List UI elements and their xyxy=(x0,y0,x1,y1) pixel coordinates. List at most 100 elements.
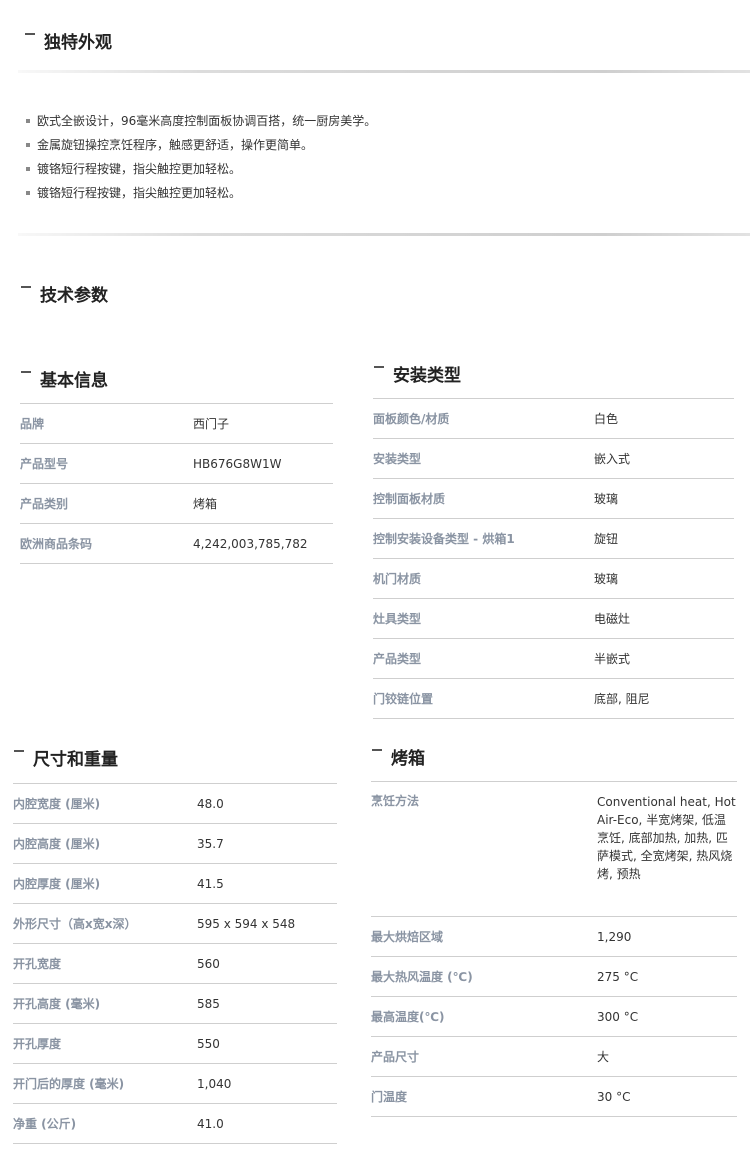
table-row: 机门材质 玻璃 xyxy=(373,558,734,598)
features-title: 独特外观 xyxy=(44,33,112,53)
specs-title: 技术参数 xyxy=(40,286,108,306)
table-row: 烹饪方法 Conventional heat, Hot Air-Eco, 半宽烤架… xyxy=(371,781,737,916)
table-row: 产品型号 HB676G8W1W xyxy=(20,443,333,483)
spec-label: 内腔厚度 (厘米) xyxy=(13,876,101,891)
divider xyxy=(18,233,750,236)
feature-list: 欧式全嵌设计，96毫米高度控制面板协调百搭，统一厨房美学。 金属旋钮操控烹饪程序… xyxy=(25,110,725,206)
table-row: 内腔高度 (厘米) 35.7 xyxy=(13,823,337,863)
spec-value: 550 xyxy=(197,1036,220,1051)
spec-value: 半嵌式 xyxy=(594,651,631,666)
spec-label: 开孔高度 (毫米) xyxy=(13,996,101,1011)
spec-label: 烹饪方法 xyxy=(371,794,420,808)
table-row: 净重 (公斤) 41.0 xyxy=(13,1103,337,1144)
spec-value: 48.0 xyxy=(197,796,224,811)
section-marker xyxy=(374,366,384,368)
table-row: 最大热风温度 (℃) 275 °C xyxy=(371,956,737,996)
bullet-icon xyxy=(26,119,30,123)
spec-value: 30 °C xyxy=(597,1089,631,1104)
basic-info-table: 品牌 西门子 产品型号 HB676G8W1W 产品类别 烤箱 欧洲商品条码 4,242,… xyxy=(20,403,333,564)
spec-value: 底部, 阻尼 xyxy=(594,691,650,706)
bullet-icon xyxy=(26,191,30,195)
spec-label: 内腔高度 (厘米) xyxy=(13,836,101,851)
bullet-icon xyxy=(26,167,30,171)
section-marker xyxy=(14,750,24,752)
spec-label: 产品类别 xyxy=(20,496,69,511)
basic-info-title: 基本信息 xyxy=(40,371,108,391)
spec-value: 大 xyxy=(597,1049,610,1064)
list-item: 金属旋钮操控烹饪程序，触感更舒适，操作更简单。 xyxy=(25,134,725,158)
table-row: 内腔宽度 (厘米) 48.0 xyxy=(13,783,337,823)
spec-label: 最大烘焙区域 xyxy=(371,929,444,944)
table-row: 品牌 西门子 xyxy=(20,403,333,443)
install-type-title: 安装类型 xyxy=(393,366,461,386)
spec-value: Conventional heat, Hot Air-Eco, 半宽烤架, 低温… xyxy=(597,795,736,881)
table-row: 产品类型 半嵌式 xyxy=(373,638,734,678)
table-row: 开孔宽度 560 xyxy=(13,943,337,983)
spec-label: 开孔宽度 xyxy=(13,956,62,971)
table-row: 控制安装设备类型 - 烘箱1 旋钮 xyxy=(373,518,734,558)
spec-value: 41.0 xyxy=(197,1116,224,1131)
spec-label: 门温度 xyxy=(371,1089,408,1104)
spec-value: 35.7 xyxy=(197,836,224,851)
spec-label: 产品尺寸 xyxy=(371,1049,420,1064)
spec-label: 机门材质 xyxy=(373,571,422,586)
table-row: 最高温度(℃) 300 °C xyxy=(371,996,737,1036)
spec-value: 玻璃 xyxy=(594,571,619,586)
spec-label: 最大热风温度 (℃) xyxy=(371,969,473,984)
spec-label: 最高温度(℃) xyxy=(371,1009,445,1024)
spec-label: 控制面板材质 xyxy=(373,491,446,506)
section-marker xyxy=(25,33,35,35)
spec-label: 产品型号 xyxy=(20,456,69,471)
install-type-table: 面板颜色/材质 白色 安装类型 嵌入式 控制面板材质 玻璃 控制安装设备类型 - 烘箱… xyxy=(373,398,734,719)
spec-value: 电磁灶 xyxy=(594,611,631,626)
spec-label: 控制安装设备类型 - 烘箱1 xyxy=(373,531,515,546)
spec-value: 烤箱 xyxy=(193,496,218,511)
spec-value: 嵌入式 xyxy=(594,451,631,466)
spec-value: 585 xyxy=(197,996,220,1011)
table-row: 外形尺寸（高x宽x深） 595 x 594 x 548 xyxy=(13,903,337,943)
spec-value: 白色 xyxy=(594,411,619,426)
oven-table: 烹饪方法 Conventional heat, Hot Air-Eco, 半宽烤架… xyxy=(371,781,737,1117)
spec-label: 门铰链位置 xyxy=(373,691,434,706)
table-row: 欧洲商品条码 4,242,003,785,782 xyxy=(20,523,333,564)
spec-label: 内腔宽度 (厘米) xyxy=(13,796,101,811)
spec-value: 560 xyxy=(197,956,220,971)
table-row: 开孔高度 (毫米) 585 xyxy=(13,983,337,1023)
spec-value: 275 °C xyxy=(597,969,639,984)
spec-value: 西门子 xyxy=(193,416,230,431)
table-row: 开孔厚度 550 xyxy=(13,1023,337,1063)
table-row: 控制面板材质 玻璃 xyxy=(373,478,734,518)
table-row: 产品尺寸 大 xyxy=(371,1036,737,1076)
table-row: 面板颜色/材质 白色 xyxy=(373,398,734,438)
list-item: 镀铬短行程按键，指尖触控更加轻松。 xyxy=(25,182,725,206)
section-marker xyxy=(372,749,382,751)
table-row: 门铰链位置 底部, 阻尼 xyxy=(373,678,734,719)
spec-label: 欧洲商品条码 xyxy=(20,536,93,551)
table-row: 最大烘焙区域 1,290 xyxy=(371,916,737,956)
list-item: 镀铬短行程按键，指尖触控更加轻松。 xyxy=(25,158,725,182)
spec-label: 开孔厚度 xyxy=(13,1036,62,1051)
list-item: 欧式全嵌设计，96毫米高度控制面板协调百搭，统一厨房美学。 xyxy=(25,110,725,134)
spec-label: 安装类型 xyxy=(373,451,422,466)
spec-label: 品牌 xyxy=(20,416,45,431)
spec-value: 41.5 xyxy=(197,876,224,891)
dimensions-title: 尺寸和重量 xyxy=(33,750,118,770)
table-row: 门温度 30 °C xyxy=(371,1076,737,1117)
spec-label: 面板颜色/材质 xyxy=(373,411,450,426)
spec-value: 玻璃 xyxy=(594,491,619,506)
spec-value: 旋钮 xyxy=(594,531,619,546)
dimensions-table: 内腔宽度 (厘米) 48.0 内腔高度 (厘米) 35.7 内腔厚度 (厘米) 41.… xyxy=(13,783,337,1144)
bullet-icon xyxy=(26,143,30,147)
spec-label: 产品类型 xyxy=(373,651,422,666)
spec-label: 灶具类型 xyxy=(373,611,422,626)
section-marker xyxy=(21,286,31,288)
spec-value: 1,040 xyxy=(197,1076,232,1091)
divider xyxy=(18,70,750,73)
table-row: 开门后的厚度 (毫米) 1,040 xyxy=(13,1063,337,1103)
table-row: 产品类别 烤箱 xyxy=(20,483,333,523)
spec-value: 300 °C xyxy=(597,1009,639,1024)
table-row: 安装类型 嵌入式 xyxy=(373,438,734,478)
section-marker xyxy=(21,371,31,373)
spec-value: 4,242,003,785,782 xyxy=(193,536,308,551)
oven-title: 烤箱 xyxy=(391,749,425,769)
